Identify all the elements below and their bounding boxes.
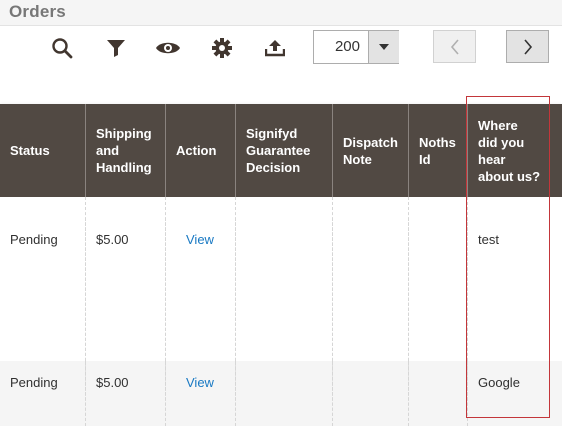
view-order-link[interactable]: View (166, 361, 236, 426)
cell-where-did-you-hear: Google (478, 375, 520, 390)
per-page-dropdown-button[interactable] (368, 31, 399, 63)
column-header-signifyd[interactable]: Signifyd Guarantee Decision (236, 104, 333, 197)
column-header-noths-id[interactable]: Noths Id (409, 104, 468, 197)
previous-page-button[interactable] (433, 30, 476, 63)
next-page-button[interactable] (506, 30, 549, 63)
column-header-action[interactable]: Action (166, 104, 236, 197)
cell-dispatch-note (333, 218, 409, 361)
cell-noths-id (409, 361, 468, 426)
view-order-link[interactable]: View (166, 218, 236, 361)
column-divider (235, 197, 236, 426)
per-page-select[interactable]: 200 (313, 30, 399, 64)
grid-toolbar: 200 (0, 26, 562, 104)
column-divider (85, 197, 86, 426)
column-divider (332, 197, 333, 426)
cell-shipping: $5.00 (86, 218, 166, 361)
cell-signifyd (236, 218, 333, 361)
table-header: Status Shipping and Handling Action Sign… (0, 104, 562, 197)
column-header-shipping[interactable]: Shipping and Handling (86, 104, 166, 197)
chevron-left-icon (450, 38, 459, 55)
cell-signifyd (236, 361, 333, 426)
cell-shipping: $5.00 (86, 361, 166, 426)
column-header-status[interactable]: Status (0, 104, 86, 197)
filter-icon[interactable] (103, 36, 129, 60)
search-icon[interactable] (49, 36, 75, 60)
orders-grid-page: Orders 200 Status Shipping and Handling … (0, 0, 562, 426)
cell-status: Pending (0, 218, 86, 361)
column-divider (467, 197, 468, 426)
chevron-right-icon (523, 38, 532, 55)
cell-dispatch-note (333, 361, 409, 426)
page-header: Orders (0, 0, 562, 26)
upload-icon[interactable] (262, 36, 288, 60)
orders-table: Status Shipping and Handling Action Sign… (0, 104, 562, 426)
gear-icon[interactable] (209, 36, 235, 60)
cell-noths-id (409, 218, 468, 361)
cell-where-did-you-hear: test (478, 232, 499, 247)
column-divider (408, 197, 409, 426)
per-page-value: 200 (334, 38, 360, 55)
eye-icon[interactable] (155, 36, 181, 60)
chevron-down-icon (379, 44, 389, 50)
page-title: Orders (9, 2, 66, 21)
column-header-where-did-you-hear[interactable]: Where did you hear about us? (468, 104, 562, 197)
column-header-dispatch-note[interactable]: Dispatch Note (333, 104, 409, 197)
column-divider (165, 197, 166, 426)
cell-status: Pending (0, 361, 86, 426)
